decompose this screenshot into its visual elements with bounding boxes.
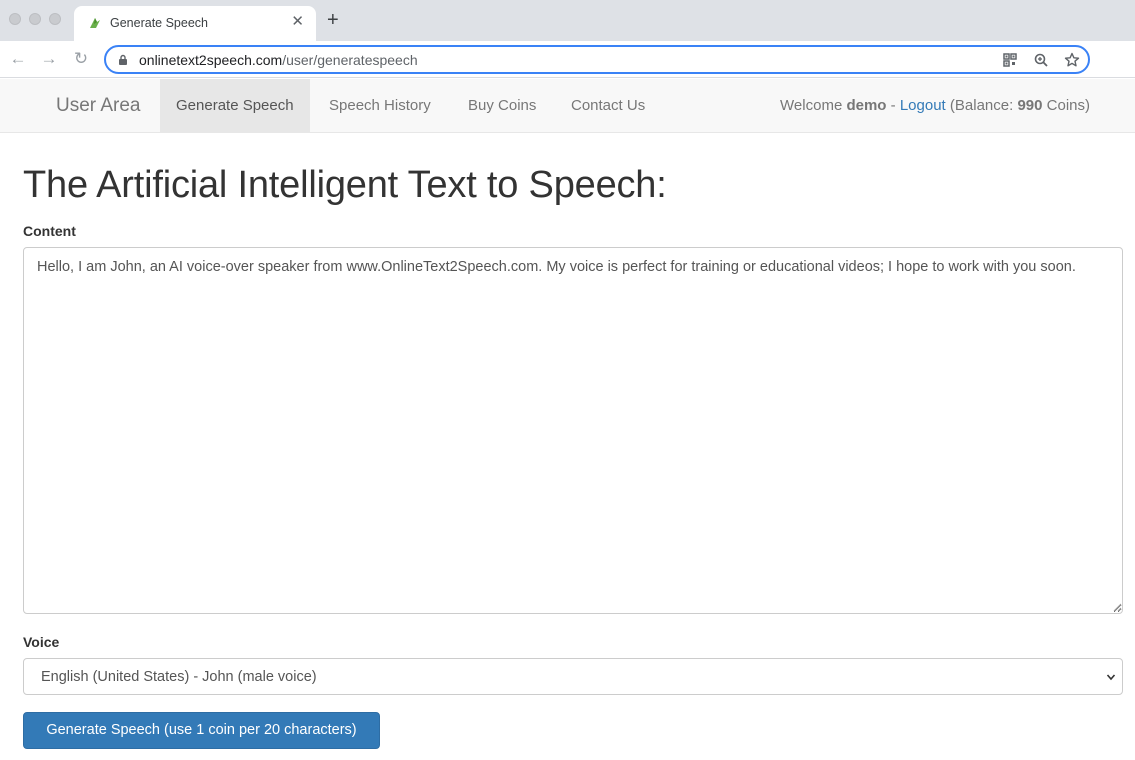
tab-title: Generate Speech <box>110 16 208 30</box>
zoom-icon[interactable] <box>1032 51 1050 69</box>
star-icon[interactable] <box>1063 51 1081 69</box>
nav-generate-speech[interactable]: Generate Speech <box>160 79 310 133</box>
nav-speech-history[interactable]: Speech History <box>313 79 447 133</box>
forward-icon[interactable]: → <box>39 49 59 69</box>
logout-link[interactable]: Logout <box>900 97 946 114</box>
site-navbar: User Area Generate Speech Speech History… <box>0 79 1135 133</box>
username: demo <box>846 97 887 114</box>
chevron-down-icon <box>1106 674 1116 681</box>
browser-tab-strip: Generate Speech ✕ + <box>0 0 1135 41</box>
site-favicon-icon <box>90 18 100 28</box>
new-tab-button[interactable]: + <box>327 10 339 30</box>
window-minimize-dot[interactable] <box>29 13 41 25</box>
tab-close-icon[interactable]: ✕ <box>291 14 304 30</box>
content-textarea[interactable]: Hello, I am John, an AI voice-over speak… <box>23 247 1123 614</box>
generate-speech-button[interactable]: Generate Speech (use 1 coin per 20 chara… <box>23 712 380 749</box>
window-close-dot[interactable] <box>9 13 21 25</box>
url-host: onlinetext2speech.com <box>139 52 283 68</box>
window-maximize-dot[interactable] <box>49 13 61 25</box>
address-bar[interactable]: onlinetext2speech.com/user/generatespeec… <box>104 45 1090 74</box>
lock-icon <box>119 54 127 65</box>
content-label: Content <box>23 223 76 239</box>
balance-prefix: (Balance: <box>949 97 1014 114</box>
browser-tab[interactable]: Generate Speech ✕ <box>74 6 316 41</box>
balance-suffix: Coins) <box>1046 97 1090 114</box>
resize-grip-icon[interactable] <box>1113 603 1122 612</box>
back-icon[interactable]: ← <box>8 49 28 69</box>
brand-user-area[interactable]: User Area <box>56 95 140 117</box>
welcome-prefix: Welcome <box>780 97 843 114</box>
welcome-text: Welcome demo - Logout (Balance: 990 Coin… <box>780 79 1090 133</box>
qr-code-icon[interactable] <box>1001 51 1019 69</box>
welcome-separator: - <box>890 97 896 114</box>
url-text: onlinetext2speech.com/user/generatespeec… <box>139 52 418 68</box>
url-path: /user/generatespeech <box>282 52 418 68</box>
voice-label: Voice <box>23 634 60 650</box>
page-title: The Artificial Intelligent Text to Speec… <box>23 164 667 206</box>
nav-buy-coins[interactable]: Buy Coins <box>452 79 552 133</box>
nav-contact-us[interactable]: Contact Us <box>555 79 661 133</box>
browser-toolbar: ← → ↻ onlinetext2speech.com/user/generat… <box>0 41 1135 78</box>
voice-selected-value: English (United States) - John (male voi… <box>41 669 317 685</box>
voice-select[interactable]: English (United States) - John (male voi… <box>23 658 1123 695</box>
reload-icon[interactable]: ↻ <box>71 49 91 69</box>
balance-value: 990 <box>1017 97 1043 114</box>
